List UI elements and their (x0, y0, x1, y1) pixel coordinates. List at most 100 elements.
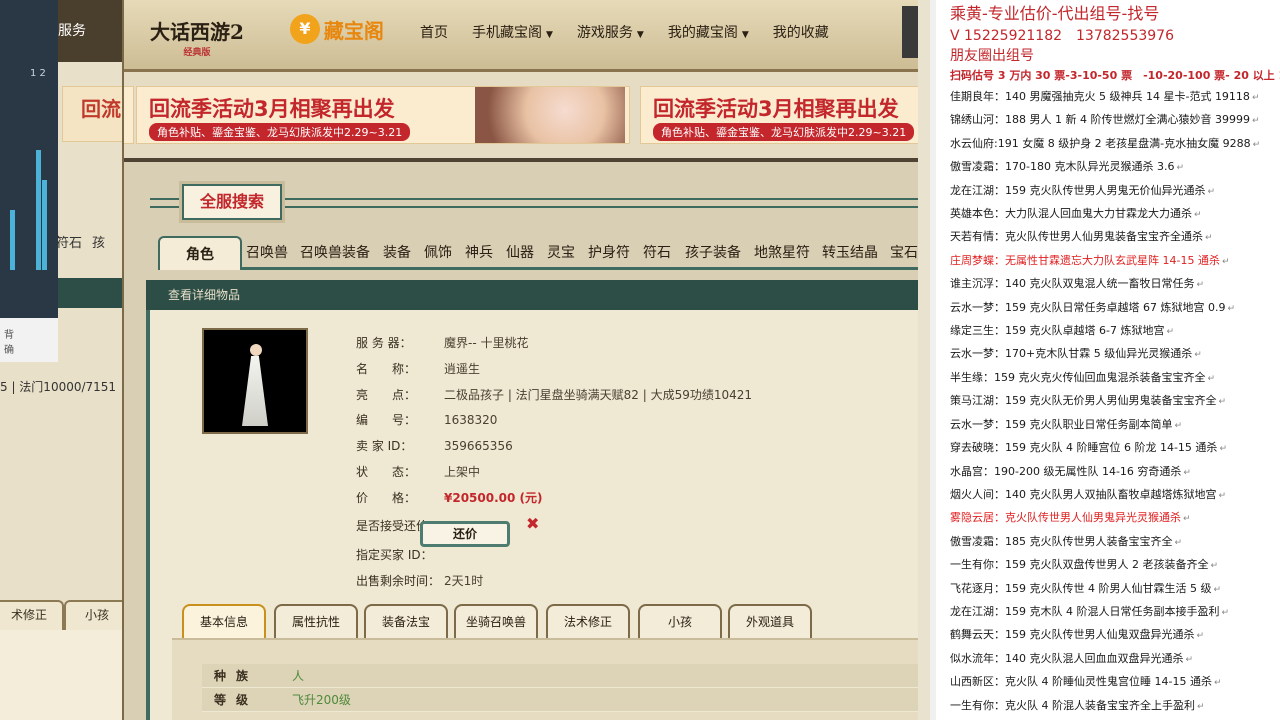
nav-links: 首页 手机藏宝阁 ▼ 游戏服务 ▼ 我的藏宝阁 ▼ 我的收藏 (420, 22, 829, 42)
field-label: 出售剩余时间： (356, 574, 441, 588)
tab-child-equip[interactable]: 孩子装备 (685, 242, 741, 262)
price-value: ¥20500.00 (元) (444, 491, 543, 505)
list-item: 庄周梦蝶：无属性甘霖遗忘大力队玄武星阵 14-15 通杀 ↵ (950, 250, 1280, 273)
nav-favorites[interactable]: 我的收藏 (773, 22, 829, 42)
list-item: 雾隐云居：克火队传世男人仙男鬼异光灵猴通杀 ↵ (950, 507, 1280, 530)
tab-spirit-treasure[interactable]: 灵宝 (547, 242, 575, 262)
return-icon: ↵ (1166, 327, 1174, 338)
notes-pricing: 扫码估号 3 万内 30 票-3-10-50 票 -10-20-100 票- 2… (950, 69, 1280, 82)
return-icon: ↵ (1185, 654, 1194, 665)
banner-character-image (475, 87, 625, 143)
tab-appearance[interactable]: 外观道具 (728, 604, 812, 638)
bg-topbar-label[interactable]: 服务 (58, 20, 86, 40)
list-item-text: 策马江湖：159 克火队无价男人男仙男鬼装备宝宝齐全 (950, 394, 1217, 408)
tab-gem[interactable]: 宝石 (890, 242, 918, 262)
list-item-text: 锦绣山河：188 男人 1 新 4 阶传世燃灯全满心猿妙音 39999 (950, 113, 1250, 127)
tool-panel-foot[interactable]: 背 确 (0, 318, 58, 362)
list-item-text: 云水一梦：159 克火队职业日常任务副本简单 (950, 417, 1173, 431)
bg-stat-text: 5 | 法门10000/7151 (0, 380, 117, 394)
tab-mount-summon[interactable]: 坐骑召唤兽 (454, 604, 538, 638)
return-icon: ↵ (1251, 116, 1260, 127)
tab-immortal-item[interactable]: 仙器 (506, 242, 534, 262)
tab-attributes[interactable]: 属性抗性 (274, 604, 358, 638)
list-item: 云水一梦：170+克木队甘霖 5 级仙异光灵猴通杀 ↵ (950, 343, 1280, 366)
tab-spell-fix[interactable]: 法术修正 (546, 604, 630, 638)
cbg-logo[interactable]: ¥ 藏宝阁 (290, 14, 384, 54)
tab-jade-crystal[interactable]: 转玉结晶 (822, 242, 878, 262)
tab-rune[interactable]: 符石 (643, 242, 671, 262)
return-icon: ↵ (1176, 163, 1184, 174)
tab-child[interactable]: 小孩 (638, 604, 722, 638)
field-buyer-id: 指定买家 ID： (356, 546, 444, 566)
bg-bottom-tab[interactable]: 小孩 (64, 600, 130, 630)
list-item-text: 烟火人间：140 克火队男人双抽队畜牧卓越塔炼狱地宫 (950, 487, 1217, 501)
return-icon: ↵ (1183, 514, 1191, 525)
list-item-text: 云水一梦：170+克木队甘霖 5 级仙异光灵猴通杀 (950, 347, 1193, 361)
list-item-text: 水晶宫：190-200 级无属性队 14-16 穷奇通杀 (950, 464, 1182, 478)
nav-my-cbg[interactable]: 我的藏宝阁 ▼ (668, 22, 749, 42)
table-row: 等级 飞升200级 (202, 688, 918, 712)
tab-amulet[interactable]: 护身符 (588, 242, 630, 262)
tool-panel: 1 2 背 确 (0, 0, 58, 362)
row-value: 人 (292, 669, 305, 683)
return-icon: ↵ (1196, 631, 1205, 642)
return-icon: ↵ (1183, 467, 1191, 478)
nav-game-service[interactable]: 游戏服务 ▼ (577, 22, 644, 42)
list-item: 水云仙府:191 女魔 8 级护身 2 老孩星盘满-克水抽女魔 9288 ↵ (950, 133, 1280, 156)
list-item: 天若有情：克火队传世男人仙男鬼装备宝宝齐全通杀 ↵ (950, 226, 1280, 249)
top-nav: 大话西游2 经典版 ¥ 藏宝阁 首页 手机藏宝阁 ▼ 游戏服务 ▼ 我的藏宝阁 ▼ 我… (124, 0, 918, 72)
return-icon: ↵ (1197, 701, 1205, 712)
list-item: 傲雪凌霜：185 克火队传世男人装备宝宝齐全 ↵ (950, 531, 1280, 554)
game-logo[interactable]: 大话西游2 经典版 (150, 16, 244, 58)
return-icon: ↵ (1194, 350, 1202, 361)
tab-star-rune[interactable]: 地煞星符 (754, 242, 810, 262)
close-icon[interactable]: ✖ (526, 514, 539, 533)
tab-equip-magic[interactable]: 装备法宝 (364, 604, 448, 638)
promo-banner[interactable]: 回流季活动3月相聚再出发 角色补贴、鎏金宝鉴、龙马幻肤派发中2.29~3.21 (640, 86, 918, 144)
bg-bottom-tab[interactable]: 术修正 (0, 600, 64, 630)
bg-tab[interactable]: 符石 (56, 236, 82, 251)
notes-title: 乘黄-专业估价-代出组号-找号 (950, 4, 1160, 23)
list-item: 飞花逐月：159 克火队传世 4 阶男人仙甘霖生活 5 级 ↵ (950, 578, 1280, 601)
promo-banner-title: 回流季活动3月相聚再出发 (149, 97, 395, 121)
tab-summon-equip[interactable]: 召唤兽装备 (300, 242, 370, 262)
field-value: 魔界-- 十里桃花 (444, 336, 529, 350)
bg-banner[interactable]: 回流 (62, 86, 130, 142)
list-item-text: 天若有情：克火队传世男人仙男鬼装备宝宝齐全通杀 (950, 230, 1203, 244)
list-item: 山西新区：克火队 4 阶睡仙灵性鬼宫位睡 14-15 通杀 ↵ (950, 671, 1280, 694)
promo-banner[interactable]: 回流季活动3月相聚再出发 角色补贴、鎏金宝鉴、龙马幻肤派发中2.29~3.21 (136, 86, 630, 144)
level-meter (10, 210, 15, 270)
return-icon: ↵ (1221, 607, 1230, 618)
list-item: 水晶宫：190-200 级无属性队 14-16 穷奇通杀 ↵ (950, 461, 1280, 484)
field-time-left: 出售剩余时间： 2天1时 (356, 572, 483, 592)
field-id: 编 号： 1638320 (356, 411, 497, 431)
tab-divine-weapon[interactable]: 神兵 (465, 242, 493, 262)
tab-accessory[interactable]: 佩饰 (424, 242, 452, 262)
tab-basic-info[interactable]: 基本信息 (182, 604, 266, 638)
nav-right-edge (902, 6, 918, 58)
tab-character[interactable]: 角色 (158, 236, 242, 270)
promo-banner-edge[interactable] (124, 86, 134, 144)
nav-home[interactable]: 首页 (420, 22, 448, 42)
banner-strip: 回流季活动3月相聚再出发 角色补贴、鎏金宝鉴、龙马幻肤派发中2.29~3.21 … (124, 80, 918, 150)
list-item-text: 云水一梦：159 克火队日常任务卓越塔 67 炼狱地宫 0.9 (950, 300, 1226, 314)
tab-summon[interactable]: 召唤兽 (246, 242, 288, 262)
return-icon: ↵ (1218, 490, 1227, 501)
return-icon: ↵ (1207, 373, 1216, 384)
nav-item-label: 我的藏宝阁 (667, 25, 738, 41)
nav-mobile-cbg[interactable]: 手机藏宝阁 ▼ (472, 22, 553, 42)
return-icon: ↵ (1251, 93, 1260, 103)
field-value: 逍遥生 (444, 362, 481, 376)
info-table: 种族 人 等级 飞升200级 (202, 664, 918, 712)
bg-tabbar: 符石孩 (56, 232, 130, 258)
bg-tab[interactable]: 孩 (92, 236, 105, 251)
tab-equipment[interactable]: 装备 (383, 242, 411, 262)
info-tabs: 基本信息 属性抗性 装备法宝 坐骑召唤兽 法术修正 小孩 外观道具 (182, 602, 918, 638)
list-item: 锦绣山河：188 男人 1 新 4 阶传世燃灯全满心猿妙音 39999 ↵ (950, 109, 1280, 132)
bg-banner-text: 回流 (81, 97, 121, 121)
list-item: 缘定三生：159 克火队卓越塔 6-7 炼狱地宫 ↵ (950, 320, 1280, 343)
counter-offer-button[interactable]: 还价 (420, 521, 510, 547)
notes-moments: 朋友圈出组号 (950, 48, 1034, 64)
row-label: 种族 (214, 669, 259, 683)
list-item: 傲雪凌霜：170-180 克木队异光灵猴通杀 3.6 ↵ (950, 156, 1280, 179)
